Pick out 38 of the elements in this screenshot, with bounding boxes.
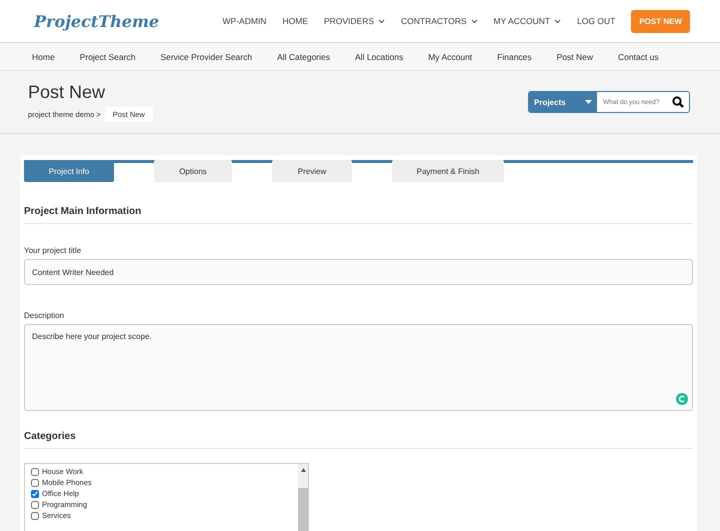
category-dropdown[interactable]: Projects: [529, 92, 597, 112]
step-tab[interactable]: Preview: [272, 160, 352, 182]
checkbox[interactable]: [31, 512, 39, 520]
nav-link[interactable]: Home: [32, 52, 55, 62]
field-label: Your project title: [24, 246, 82, 255]
scrollbar[interactable]: [298, 464, 308, 531]
menu-link[interactable]: PROVIDERS: [324, 16, 386, 26]
section-title: Categories: [24, 431, 693, 449]
nav-link[interactable]: Project Search: [80, 52, 136, 62]
nav-link[interactable]: Contact us: [618, 52, 659, 62]
menu-link[interactable]: MY ACCOUNT: [494, 16, 562, 26]
nav-link[interactable]: My Account: [428, 52, 472, 62]
menu-link[interactable]: CONTRACTORS: [401, 16, 478, 26]
step-tab[interactable]: Project Info: [24, 160, 114, 182]
menu-link[interactable]: LOG OUT: [577, 16, 616, 26]
logo[interactable]: ProjectTheme: [34, 12, 160, 30]
field-label: Description: [24, 311, 66, 320]
checkbox[interactable]: [31, 468, 39, 476]
scroll-up-icon: [300, 468, 306, 472]
step-tab[interactable]: Options: [154, 160, 232, 182]
section-title: Project Main Information: [24, 206, 693, 224]
menu-link[interactable]: HOME: [282, 16, 308, 26]
step-tab[interactable]: Payment & Finish: [392, 160, 504, 182]
checkbox[interactable]: [31, 500, 39, 508]
grammar-badge-icon: [676, 393, 688, 405]
menu-link[interactable]: WP-ADMIN: [222, 16, 266, 26]
title-field[interactable]: Content Writer Needed: [24, 259, 693, 285]
checkbox[interactable]: [31, 490, 39, 498]
caret-icon: [585, 100, 592, 104]
checkbox[interactable]: [31, 478, 39, 486]
nav-link[interactable]: Post New: [556, 52, 594, 62]
search-icon: [672, 96, 684, 108]
page-title: Post New: [28, 82, 106, 103]
nav-link[interactable]: All Locations: [355, 52, 404, 62]
nav-link[interactable]: All Categories: [277, 52, 330, 62]
description-field[interactable]: Describe here your project scope.: [24, 324, 693, 411]
nav-link[interactable]: Service Provider Search: [160, 52, 252, 62]
nav-link[interactable]: Finances: [497, 52, 532, 62]
